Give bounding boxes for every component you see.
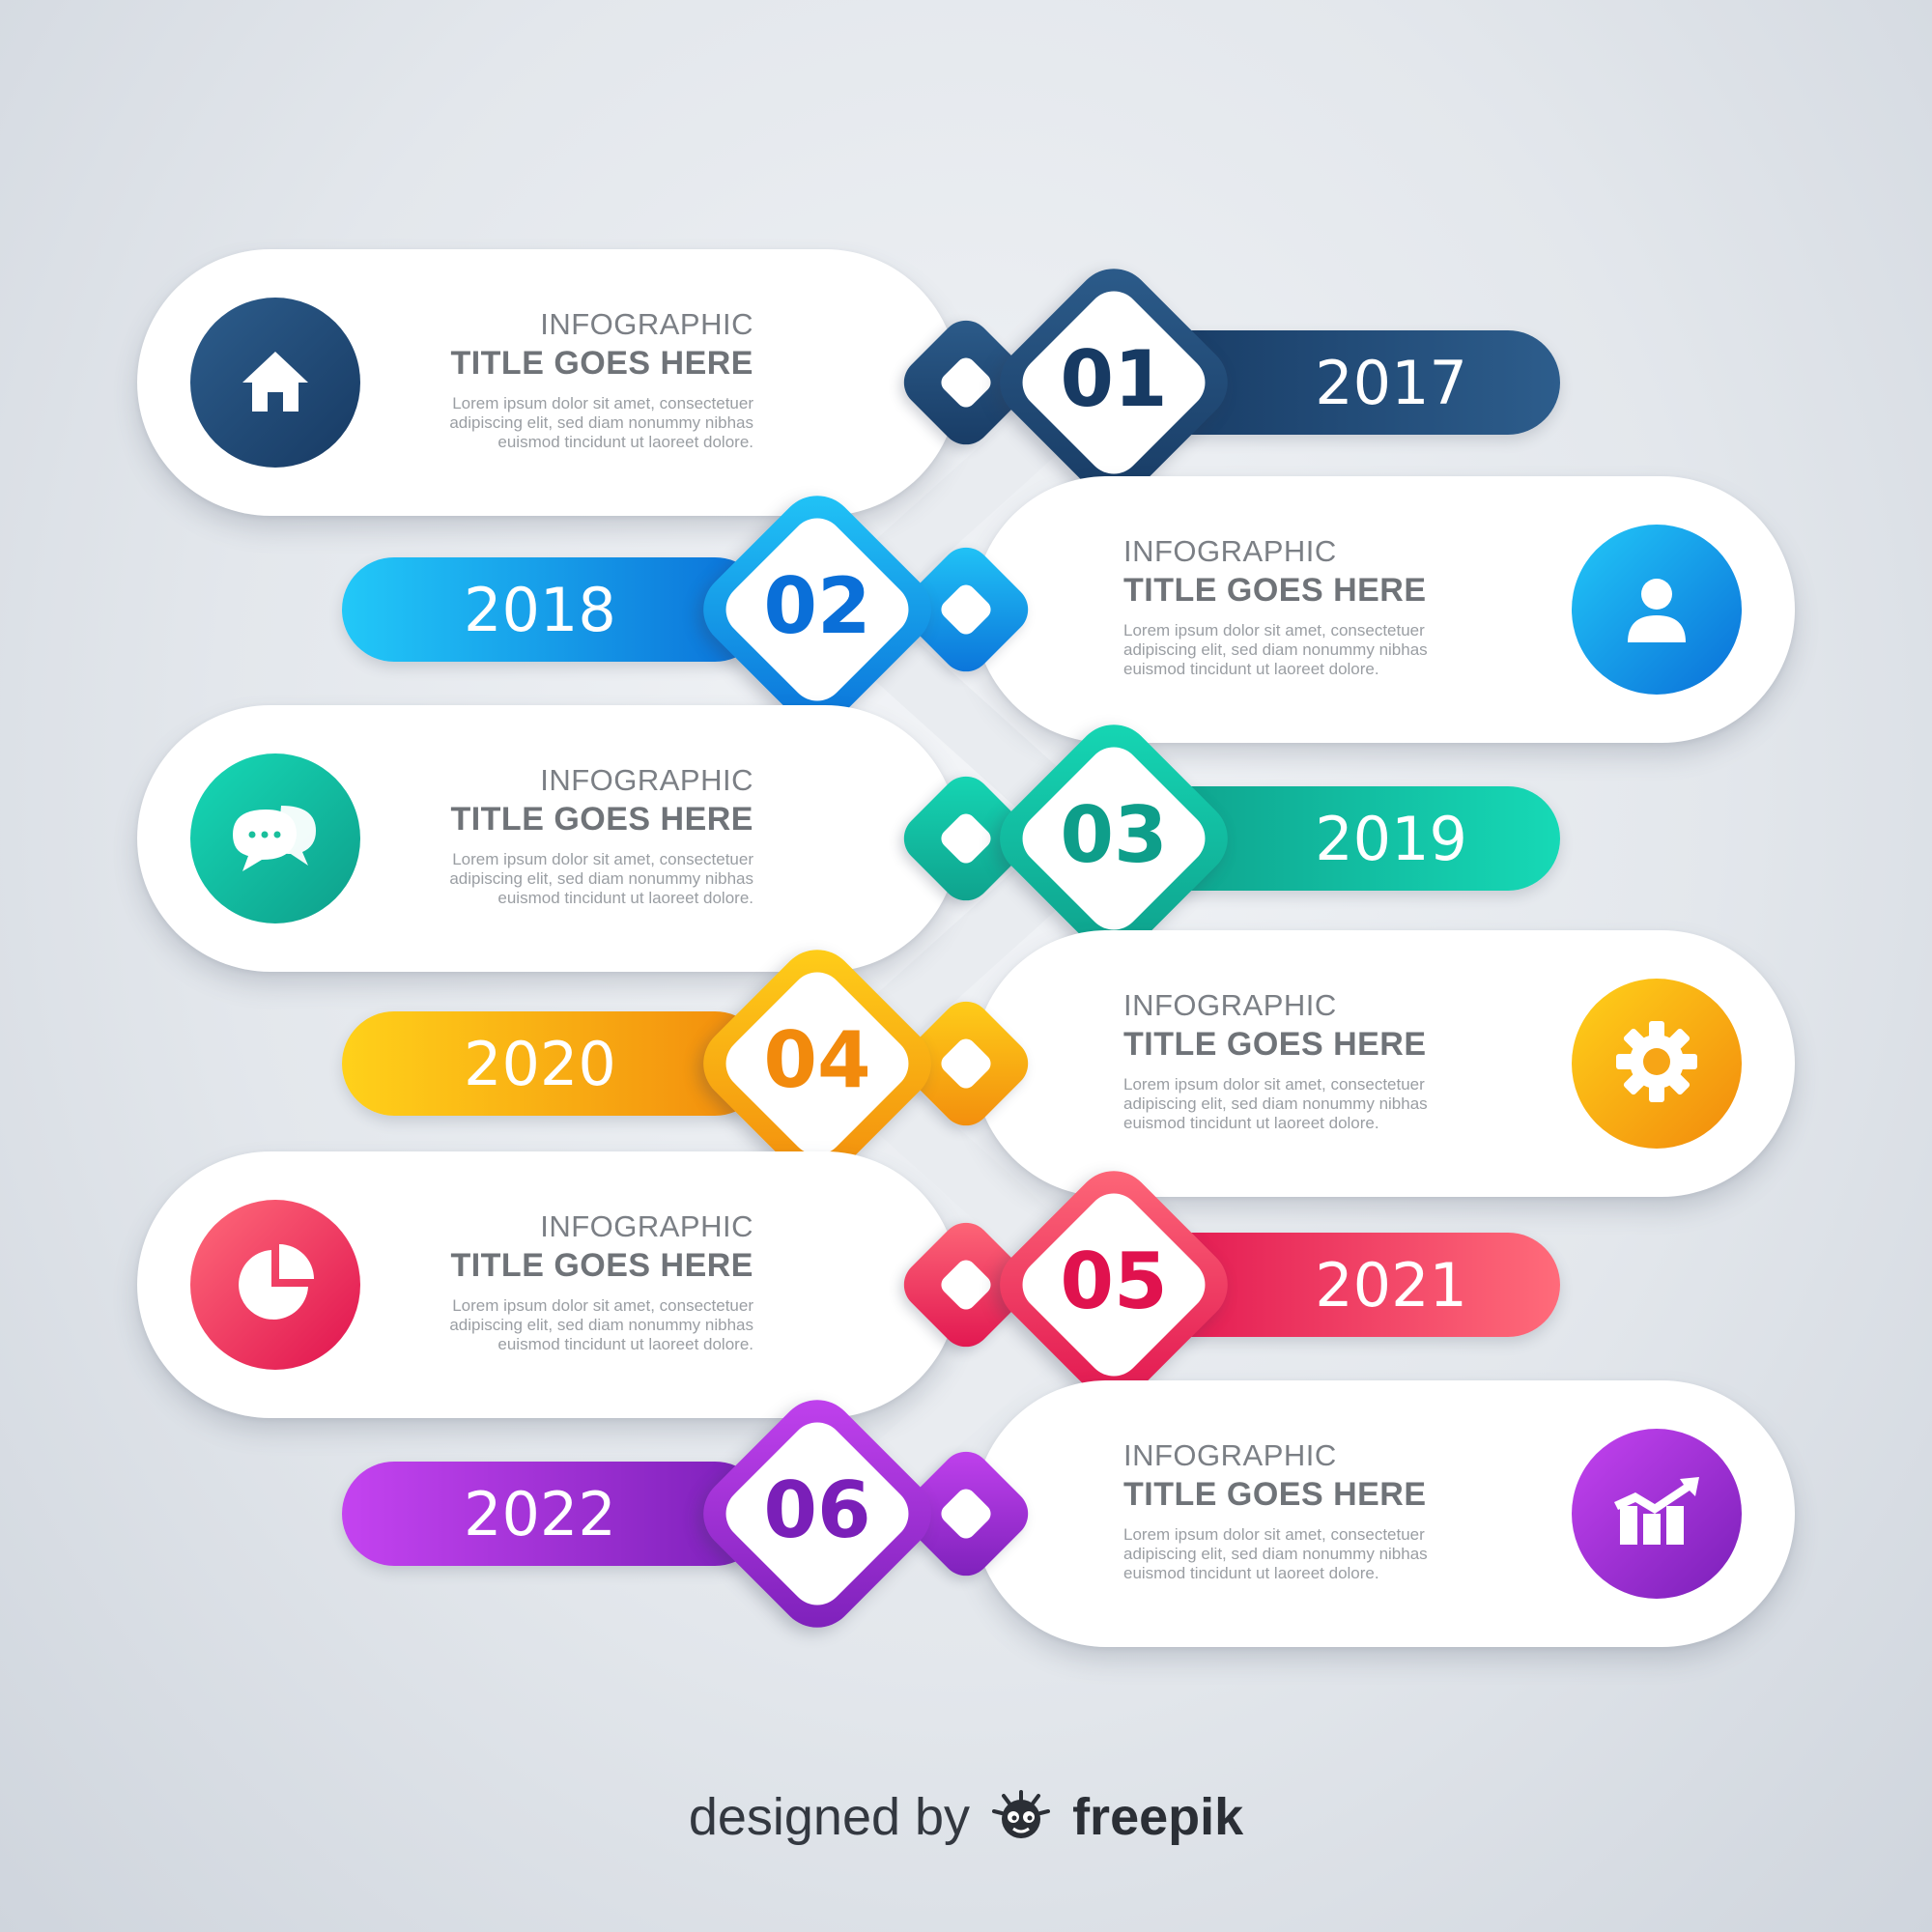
body-line: Lorem ipsum dolor sit amet, consectetuer <box>1123 1075 1425 1094</box>
credit-brand: freepik <box>1072 1788 1244 1846</box>
body-line: euismod tincidunt ut laoreet dolore. <box>1123 1564 1379 1582</box>
card-text: INFOGRAPHIC TITLE GOES HERE Lorem ipsum do… <box>299 763 753 908</box>
icon-badge <box>1572 979 1742 1149</box>
year-label: 2019 <box>1315 803 1467 874</box>
body-text: Lorem ipsum dolor sit amet, consectetuer… <box>1123 1525 1577 1583</box>
title-big: TITLE GOES HERE <box>1123 572 1427 609</box>
card-text: INFOGRAPHIC TITLE GOES HERE Lorem ipsum do… <box>1123 1438 1577 1583</box>
info-card: INFOGRAPHIC TITLE GOES HERE Lorem ipsum do… <box>137 249 958 516</box>
title-big: TITLE GOES HERE <box>450 1247 753 1284</box>
title-big: TITLE GOES HERE <box>1123 1476 1427 1513</box>
body-text: Lorem ipsum dolor sit amet, consectetuer… <box>1123 621 1577 679</box>
info-card: INFOGRAPHIC TITLE GOES HERE Lorem ipsum do… <box>974 1380 1795 1647</box>
title-small: INFOGRAPHIC <box>1123 988 1337 1022</box>
body-text: Lorem ipsum dolor sit amet, consectetuer… <box>1123 1075 1577 1133</box>
body-line: adipiscing elit, sed diam nonummy nibhas <box>449 1316 753 1334</box>
body-line: Lorem ipsum dolor sit amet, consectetuer <box>452 394 753 412</box>
body-line: adipiscing elit, sed diam nonummy nibhas <box>449 869 753 888</box>
card-text: INFOGRAPHIC TITLE GOES HERE Lorem ipsum do… <box>1123 988 1577 1133</box>
step-number: 06 <box>763 1465 871 1555</box>
title-small: INFOGRAPHIC <box>540 763 753 797</box>
user-icon <box>1616 567 1697 653</box>
step-number: 03 <box>1060 790 1168 880</box>
credit-footer: designed by freepik <box>0 1787 1932 1855</box>
freepik-logo-icon <box>992 1788 1051 1855</box>
title-small: INFOGRAPHIC <box>1123 1438 1337 1472</box>
body-text: Lorem ipsum dolor sit amet, consectetuer… <box>299 394 753 452</box>
step-number: 05 <box>1060 1236 1168 1326</box>
infographic-timeline: 2017 INFOGRAPHIC TITLE GOES HERE Lorem ipsu… <box>0 0 1932 1932</box>
body-line: Lorem ipsum dolor sit amet, consectetuer <box>452 1296 753 1315</box>
year-label: 2018 <box>464 574 616 645</box>
title-big: TITLE GOES HERE <box>450 345 753 382</box>
body-text: Lorem ipsum dolor sit amet, consectetuer… <box>299 1296 753 1354</box>
body-line: euismod tincidunt ut laoreet dolore. <box>1123 1114 1379 1132</box>
body-line: euismod tincidunt ut laoreet dolore. <box>497 1335 753 1353</box>
body-line: adipiscing elit, sed diam nonummy nibhas <box>1123 1545 1428 1563</box>
diamond-hole <box>937 1035 995 1093</box>
title-small: INFOGRAPHIC <box>540 307 753 341</box>
info-card: INFOGRAPHIC TITLE GOES HERE Lorem ipsum do… <box>137 1151 958 1418</box>
diamond-hole <box>937 810 995 867</box>
body-line: euismod tincidunt ut laoreet dolore. <box>1123 660 1379 678</box>
body-line: adipiscing elit, sed diam nonummy nibhas <box>1123 640 1428 659</box>
step-number: 01 <box>1060 334 1168 424</box>
bar-chart-icon <box>1606 1471 1707 1557</box>
year-label: 2017 <box>1315 347 1467 418</box>
diamond-hole <box>937 1485 995 1543</box>
card-text: INFOGRAPHIC TITLE GOES HERE Lorem ipsum do… <box>299 1209 753 1354</box>
title-small: INFOGRAPHIC <box>540 1209 753 1243</box>
body-line: Lorem ipsum dolor sit amet, consectetuer <box>452 850 753 868</box>
year-label: 2020 <box>464 1028 616 1099</box>
body-line: Lorem ipsum dolor sit amet, consectetuer <box>1123 1525 1425 1544</box>
info-card: INFOGRAPHIC TITLE GOES HERE Lorem ipsum do… <box>137 705 958 972</box>
diamond-hole <box>937 581 995 639</box>
body-line: euismod tincidunt ut laoreet dolore. <box>497 433 753 451</box>
body-line: Lorem ipsum dolor sit amet, consectetuer <box>1123 621 1425 639</box>
step-number: 04 <box>763 1015 871 1105</box>
info-card: INFOGRAPHIC TITLE GOES HERE Lorem ipsum do… <box>974 476 1795 743</box>
icon-badge <box>1572 525 1742 695</box>
year-label: 2021 <box>1315 1249 1467 1321</box>
body-text: Lorem ipsum dolor sit amet, consectetuer… <box>299 850 753 908</box>
card-text: INFOGRAPHIC TITLE GOES HERE Lorem ipsum do… <box>1123 534 1577 679</box>
credit-prefix: designed by <box>688 1788 971 1846</box>
gear-icon <box>1610 1015 1703 1113</box>
body-line: euismod tincidunt ut laoreet dolore. <box>497 889 753 907</box>
icon-badge <box>1572 1429 1742 1599</box>
diamond-hole <box>937 1256 995 1314</box>
step-number: 02 <box>763 561 871 651</box>
year-label: 2022 <box>464 1478 616 1549</box>
info-card: INFOGRAPHIC TITLE GOES HERE Lorem ipsum do… <box>974 930 1795 1197</box>
body-line: adipiscing elit, sed diam nonummy nibhas <box>449 413 753 432</box>
card-text: INFOGRAPHIC TITLE GOES HERE Lorem ipsum do… <box>299 307 753 452</box>
title-big: TITLE GOES HERE <box>1123 1026 1427 1063</box>
body-line: adipiscing elit, sed diam nonummy nibhas <box>1123 1094 1428 1113</box>
diamond-hole <box>937 354 995 412</box>
title-big: TITLE GOES HERE <box>450 801 753 838</box>
title-small: INFOGRAPHIC <box>1123 534 1337 568</box>
